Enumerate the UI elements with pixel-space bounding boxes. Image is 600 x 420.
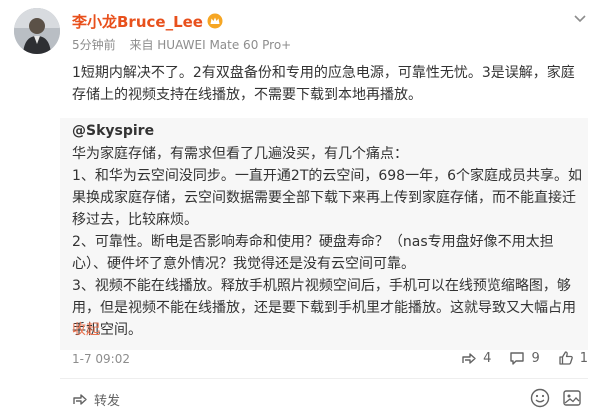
username[interactable]: 李小龙Bruce_Lee	[72, 11, 203, 32]
emoji-icon	[530, 388, 550, 408]
post-time[interactable]: 5分钟前	[72, 38, 116, 52]
collapse-link[interactable]: 收起	[72, 319, 100, 341]
quoted-paragraph: 华为家庭存储，有需求但看了几遍没买，有几个痛点：	[72, 146, 408, 162]
vip-crown-icon	[207, 13, 223, 29]
emoji-button[interactable]	[530, 388, 550, 412]
forward-label: 转发	[94, 393, 121, 409]
forward-button[interactable]: 转发	[72, 390, 120, 409]
quoted-user[interactable]: @Skyspire	[72, 120, 154, 142]
like-stat[interactable]: 1	[558, 350, 588, 366]
image-button[interactable]	[562, 388, 582, 412]
share-icon	[462, 353, 476, 364]
like-count: 1	[579, 350, 588, 366]
action-bar: 转发	[72, 386, 588, 412]
comment-count: 9	[531, 350, 540, 366]
quoted-time[interactable]: 1-7 09:02	[72, 352, 130, 366]
divider	[60, 378, 588, 379]
chevron-down-icon[interactable]	[572, 10, 588, 26]
forward-icon	[73, 394, 87, 405]
comment-icon	[510, 352, 525, 365]
avatar[interactable]	[14, 8, 60, 54]
post-meta: 5分钟前 来自 HUAWEI Mate 60 Pro+	[72, 36, 301, 53]
comment-stat[interactable]: 9	[509, 350, 540, 366]
quoted-stats: 4 9 1	[443, 350, 588, 366]
quoted-paragraph: 3、视频不能在线播放。释放手机照片视频空间后，手机可以在线预览缩略图，够用，但是…	[72, 278, 576, 338]
share-stat[interactable]: 4	[461, 350, 491, 366]
quoted-paragraph: 1、和华为云空间没同步。一直开通2T的云空间，698一年，6个家庭成员共享。如果…	[72, 168, 582, 228]
like-icon	[559, 351, 573, 365]
quoted-paragraph: 2、可靠性。断电是否影响寿命和使用？硬盘寿命？（nas专用盘好像不用太担心）、硬…	[72, 234, 554, 272]
quoted-text: 华为家庭存储，有需求但看了几遍没买，有几个痛点： 1、和华为云空间没同步。一直开…	[72, 143, 582, 341]
author-row: 李小龙Bruce_Lee	[72, 10, 223, 32]
post-text: 1短期内解决不了。2有双盘备份和专用的应急电源，可靠性无忧。3是误解，家庭存储上…	[72, 65, 575, 103]
post-source: 来自 HUAWEI Mate 60 Pro+	[129, 38, 292, 52]
share-count: 4	[483, 350, 492, 366]
image-icon	[563, 390, 581, 406]
